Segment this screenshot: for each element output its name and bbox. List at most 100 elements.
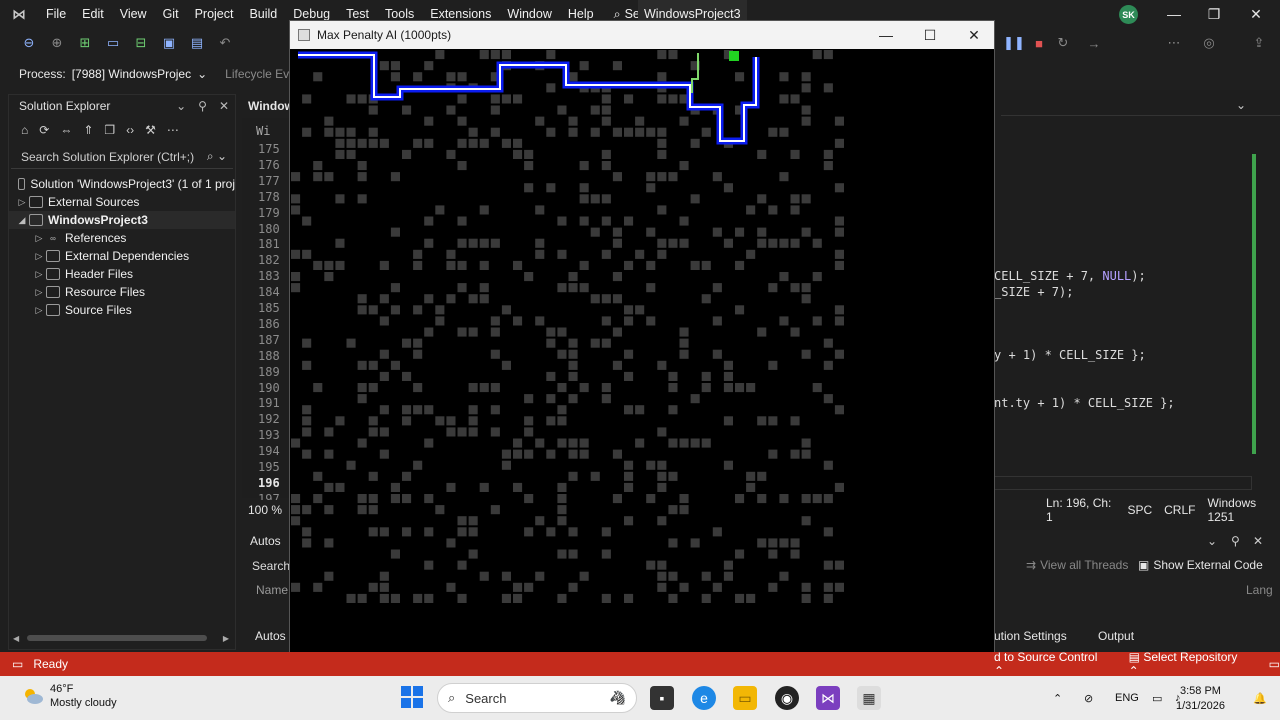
menu-view[interactable]: View [112, 0, 155, 28]
line-endings[interactable]: CRLF [1164, 503, 1195, 517]
game-window[interactable]: Max Penalty AI (1000pts) — ☐ ✕ [289, 20, 995, 675]
solution-search-input[interactable]: Search Solution Explorer (Ctrl+;) ⌕ ⌄ [11, 145, 233, 169]
autos-search[interactable]: Search [252, 559, 290, 573]
expand-icon[interactable]: ⇑ [83, 123, 93, 137]
encoding[interactable]: Windows 1251 [1207, 496, 1280, 524]
spacing-mode[interactable]: SPC [1127, 503, 1152, 517]
task-view-icon[interactable]: ▪ [650, 686, 674, 710]
chevron-down-icon[interactable]: ⌄ [217, 149, 227, 163]
copy-icon[interactable]: ❐ [104, 123, 115, 137]
tree-item-resource-files[interactable]: ▷ Resource Files [9, 283, 235, 301]
collapse-arrow-icon[interactable]: ◢ [15, 215, 29, 226]
menu-git[interactable]: Git [155, 0, 187, 28]
undo-icon[interactable]: ↶ [216, 34, 234, 52]
visual-studio-icon[interactable]: ⋈ [816, 686, 840, 710]
show-external-code[interactable]: ▣ Show External Code [1138, 558, 1263, 572]
chevron-down-icon[interactable]: ⌄ [197, 67, 207, 81]
code-editor-right[interactable]: CELL_SIZE + 7, NULL); _SIZE + 7); y + 1)… [994, 90, 1280, 530]
tree-item-project[interactable]: ◢ WindowsProject3 [9, 211, 235, 229]
collapse-icon[interactable]: ⇔ [60, 123, 72, 137]
new-item-icon[interactable]: ▭ [104, 34, 122, 52]
home-icon[interactable]: ⌂ [21, 123, 28, 137]
close-icon[interactable]: ✕ [1233, 0, 1279, 28]
language-indicator[interactable]: ENG [1115, 676, 1139, 720]
network-off-icon[interactable]: ⊘ [1084, 676, 1093, 720]
expand-arrow-icon[interactable]: ▷ [32, 251, 46, 262]
visual-studio-logo-icon[interactable]: ⋈ [8, 3, 30, 25]
tab-solution-settings[interactable]: ution Settings [994, 629, 1067, 643]
obs-icon[interactable]: ◉ [775, 686, 799, 710]
weather-widget[interactable]: 46°F Mostly cloudy [22, 682, 117, 710]
edge-icon[interactable]: e [692, 686, 716, 710]
process-select[interactable]: [7988] WindowsProjec [72, 67, 191, 81]
wrench-icon[interactable]: ⚒ [145, 123, 156, 137]
file-explorer-icon[interactable]: ▭ [733, 686, 757, 710]
tree-item-header-files[interactable]: ▷ Header Files [9, 265, 235, 283]
taskbar-search[interactable]: ⌕ Search 🦓 [437, 683, 637, 713]
maximize-icon[interactable]: ☐ [908, 21, 952, 49]
editor-tab[interactable]: Window [242, 94, 294, 118]
autos-bottom-tab[interactable]: Autos [255, 629, 286, 643]
pin-icon[interactable]: ⚲ [198, 99, 207, 113]
step-icon[interactable]: → [1085, 34, 1103, 52]
navigate-forward-icon[interactable]: ⊕ [48, 34, 66, 52]
tree-item-solution[interactable]: Solution 'WindowsProject3' (1 of 1 proj [9, 175, 235, 193]
autos-tab[interactable]: Autos [250, 534, 281, 548]
tree-item-source-files[interactable]: ▷ Source Files [9, 301, 235, 319]
more-icon[interactable]: ⋯ [167, 123, 179, 137]
game-grid[interactable] [290, 49, 994, 674]
navigation-bar[interactable]: ⌄ [1001, 96, 1280, 116]
cursor-position[interactable]: Ln: 196, Ch: 1 [1046, 496, 1115, 524]
chevron-down-icon[interactable]: ⌄ [176, 99, 186, 113]
menu-file[interactable]: File [38, 0, 74, 28]
scroll-left-icon[interactable]: ◀ [13, 634, 19, 643]
start-button[interactable] [401, 686, 423, 708]
notification-bell-icon[interactable]: 🔔 [1253, 676, 1267, 720]
navigate-back-icon[interactable]: ⊖ [20, 34, 38, 52]
expand-arrow-icon[interactable]: ▷ [32, 269, 46, 280]
user-avatar[interactable]: SK [1119, 5, 1138, 24]
game-window-titlebar[interactable]: Max Penalty AI (1000pts) — ☐ ✕ [290, 21, 994, 49]
zoom-level[interactable]: 100 % [244, 500, 290, 520]
chevron-down-icon[interactable]: ⌄ [1207, 534, 1217, 548]
stop-icon[interactable]: ■ [1030, 34, 1048, 52]
scrollbar-thumb[interactable] [27, 635, 207, 641]
close-icon[interactable]: ✕ [219, 99, 229, 113]
tab-output[interactable]: Output [1098, 629, 1134, 643]
view-all-threads[interactable]: ⇉ View all Threads [1026, 558, 1128, 572]
code-icon[interactable]: ‹› [126, 123, 134, 137]
scroll-right-icon[interactable]: ▶ [223, 634, 229, 643]
horizontal-scrollbar[interactable]: ◀ ▶ [13, 633, 229, 643]
tray-overflow-icon[interactable]: ⌃ [1053, 676, 1062, 720]
expand-arrow-icon[interactable]: ▷ [32, 305, 46, 316]
lifecycle-events[interactable]: Lifecycle Ev [225, 67, 289, 81]
chevron-down-icon[interactable]: ⌄ [1236, 98, 1246, 112]
display-icon[interactable]: ▭ [1152, 676, 1162, 720]
share-icon[interactable]: ⇪ [1250, 34, 1268, 52]
tree-item-external-dependencies[interactable]: ▷ External Dependencies [9, 247, 235, 265]
copilot-icon[interactable]: ◎ [1200, 34, 1218, 52]
save-icon[interactable]: ▣ [160, 34, 178, 52]
tree-item-external-sources[interactable]: ▷ External Sources [9, 193, 235, 211]
expand-arrow-icon[interactable]: ▷ [32, 233, 46, 244]
more-icon[interactable]: ⋯ [1165, 34, 1183, 52]
pause-icon[interactable]: ❚❚ [1003, 34, 1025, 52]
save-all-icon[interactable]: ▤ [188, 34, 206, 52]
restore-icon[interactable]: ❐ [1191, 0, 1237, 28]
menu-build[interactable]: Build [241, 0, 285, 28]
add-to-source-control[interactable]: d to Source Control ⌃ [994, 650, 1111, 678]
taskbar-clock[interactable]: 3:58 PM 1/31/2026 [1176, 684, 1225, 714]
new-project-icon[interactable]: ⊞ [76, 34, 94, 52]
expand-arrow-icon[interactable]: ▷ [32, 287, 46, 298]
editor-subtab[interactable]: Wi [256, 124, 270, 138]
sync-icon[interactable]: ⟳ [39, 123, 49, 137]
menu-project[interactable]: Project [187, 0, 242, 28]
expand-arrow-icon[interactable]: ▷ [15, 197, 29, 208]
notifications-icon[interactable]: ▭ [1269, 657, 1280, 671]
open-folder-icon[interactable]: ⊟ [132, 34, 150, 52]
pin-icon[interactable]: ⚲ [1231, 534, 1240, 548]
close-icon[interactable]: ✕ [1253, 534, 1263, 548]
restart-icon[interactable]: ↻ [1054, 34, 1072, 52]
minimize-icon[interactable]: — [864, 21, 908, 49]
menu-edit[interactable]: Edit [74, 0, 112, 28]
